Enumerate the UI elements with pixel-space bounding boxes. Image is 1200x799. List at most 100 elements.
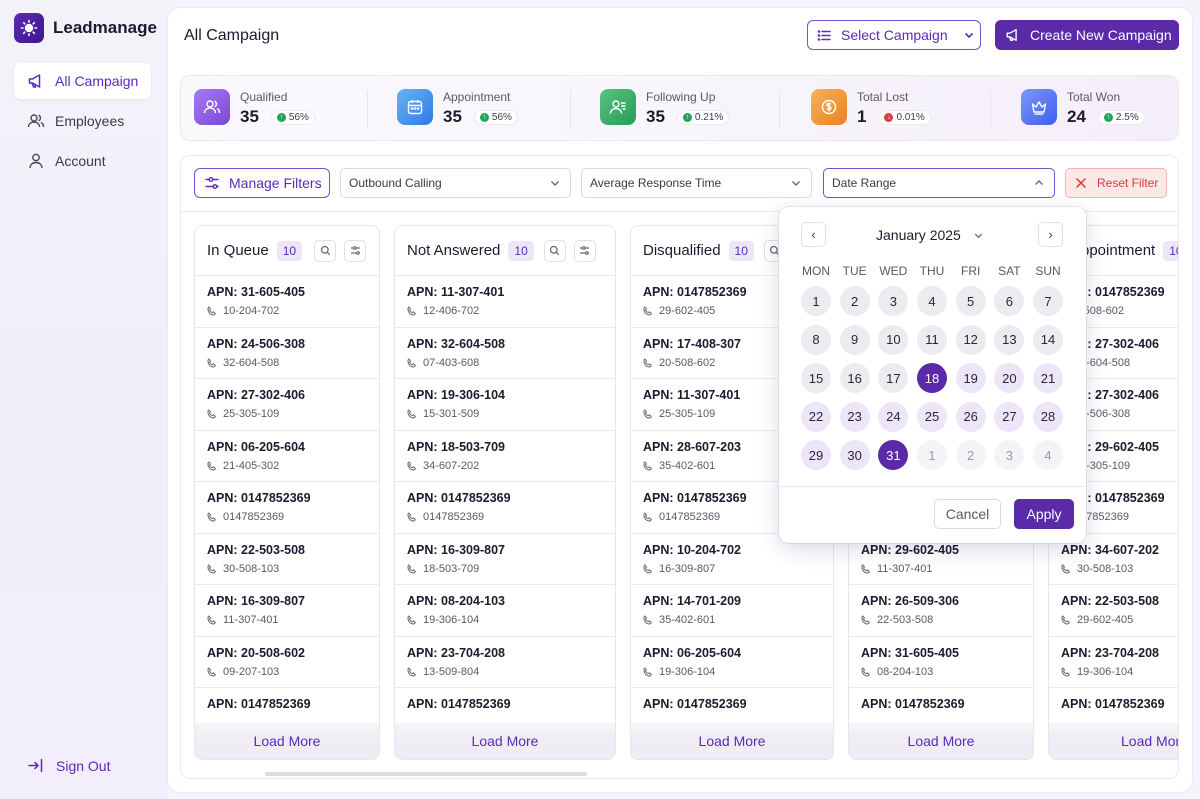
calendar-day[interactable]: 27: [994, 401, 1025, 432]
calendar-day[interactable]: 9: [839, 324, 870, 355]
calendar-day[interactable]: 18: [917, 363, 947, 393]
lead-card[interactable]: APN: 11-307-401 12-406-702: [395, 276, 615, 328]
stat-label: Total Lost: [857, 90, 909, 104]
average-response-time-dropdown[interactable]: Average Response Time: [581, 168, 812, 198]
calendar-day[interactable]: 4: [917, 286, 947, 316]
month-selector[interactable]: January 2025: [876, 227, 984, 243]
calendar-day[interactable]: 5: [955, 286, 986, 316]
column-search-button[interactable]: [314, 239, 336, 262]
load-more-button[interactable]: Load More: [395, 723, 615, 759]
calendar-day[interactable]: 22: [801, 401, 831, 432]
lead-card[interactable]: APN: 06-205-604 21-405-302: [195, 431, 379, 482]
calendar-day[interactable]: 12: [955, 324, 986, 355]
calendar-day[interactable]: 16: [839, 363, 870, 393]
calendar-day[interactable]: 23: [839, 401, 870, 432]
next-month-button[interactable]: ›: [1038, 222, 1063, 247]
arrow-up-icon: ↑: [682, 112, 692, 122]
lead-card[interactable]: APN: 19-306-104 15-301-509: [395, 379, 615, 431]
dollar-icon: [811, 89, 847, 125]
column-count-badge: 10: [1163, 240, 1178, 261]
lead-card[interactable]: APN: 14-701-209 35-402-601: [631, 585, 833, 637]
chevron-down-icon: [792, 181, 800, 186]
lead-card[interactable]: APN: 18-503-709 34-607-202: [395, 431, 615, 482]
card-phone: 11-307-401: [877, 562, 933, 575]
calendar-day[interactable]: 10: [878, 324, 909, 355]
calendar-day[interactable]: 19: [955, 363, 986, 393]
calendar-day[interactable]: 25: [917, 401, 947, 432]
card-list: APN: 31-605-405 10-204-702 APN: 24-506-30…: [195, 276, 379, 740]
calendar-day[interactable]: 1: [801, 286, 831, 316]
load-more-button[interactable]: Load Mor: [1049, 723, 1178, 759]
calendar-day[interactable]: 3: [878, 286, 909, 316]
sign-out-button[interactable]: Sign Out: [27, 757, 110, 774]
sidebar-item-employees[interactable]: Employees: [14, 103, 151, 139]
calendar-day[interactable]: 30: [839, 440, 870, 470]
calendar-day[interactable]: 17: [878, 363, 909, 393]
apply-button[interactable]: Apply: [1014, 499, 1074, 529]
reset-filter-button[interactable]: Reset Filter: [1065, 168, 1167, 198]
lead-card[interactable]: APN: 31-605-405 08-204-103: [849, 637, 1033, 688]
lead-card[interactable]: APN: 16-309-807 18-503-709: [395, 534, 615, 585]
calendar-day[interactable]: 1: [917, 440, 947, 470]
lead-card[interactable]: APN: 0147852369 0147852369: [395, 482, 615, 534]
select-campaign-dropdown[interactable]: Select Campaign: [807, 20, 981, 50]
card-apn: APN: 16-309-807: [207, 594, 305, 608]
load-more-button[interactable]: Load More: [631, 723, 833, 759]
column-header: Not Answered 10: [395, 226, 615, 276]
calendar-day[interactable]: 2: [955, 440, 986, 470]
lead-card[interactable]: APN: 23-704-208 13-509-804: [395, 637, 615, 688]
calendar-day[interactable]: 2: [839, 286, 870, 316]
lead-card[interactable]: APN: 22-503-508 29-602-405: [1049, 585, 1178, 637]
calendar-day[interactable]: 20: [994, 363, 1025, 393]
calendar-day[interactable]: 24: [878, 401, 909, 432]
horizontal-scrollbar[interactable]: [265, 772, 587, 776]
calendar-day[interactable]: 26: [955, 401, 986, 432]
calendar-day[interactable]: 8: [801, 324, 831, 355]
sidebar-item-all-campaign[interactable]: All Campaign: [14, 63, 151, 99]
calendar-day[interactable]: 6: [994, 286, 1025, 316]
manage-filters-button[interactable]: Manage Filters: [194, 168, 330, 198]
sidebar-item-account[interactable]: Account: [14, 143, 151, 179]
calendar-day[interactable]: 3: [994, 440, 1025, 470]
lead-card[interactable]: APN: 20-508-602 09-207-103: [195, 637, 379, 688]
calendar-day[interactable]: 7: [1033, 286, 1064, 316]
lead-card[interactable]: APN: 23-704-208 19-306-104: [1049, 637, 1178, 688]
calendar-day[interactable]: 21: [1033, 363, 1064, 393]
calendar-day[interactable]: 13: [994, 324, 1025, 355]
outbound-calling-dropdown[interactable]: Outbound Calling: [340, 168, 571, 198]
column-filter-button[interactable]: [573, 239, 596, 262]
column-search-button[interactable]: [543, 239, 566, 262]
load-more-button[interactable]: Load More: [849, 723, 1033, 759]
calendar-day[interactable]: 29: [801, 440, 831, 470]
lead-card[interactable]: APN: 08-204-103 19-306-104: [395, 585, 615, 637]
calendar-day[interactable]: 31: [878, 440, 909, 470]
lead-card[interactable]: APN: 32-604-508 07-403-608: [395, 328, 615, 379]
create-campaign-button[interactable]: Create New Campaign: [995, 20, 1179, 50]
card-phone: -508-602: [1080, 305, 1125, 317]
calendar-day[interactable]: 15: [801, 363, 831, 393]
date-range-dropdown[interactable]: Date Range: [823, 168, 1055, 198]
lead-card[interactable]: APN: 24-506-308 32-604-508: [195, 328, 379, 379]
column-not-answered: Not Answered 10 APN: 11-307-401 12-406-70…: [394, 225, 616, 760]
chevron-down-icon: [974, 233, 983, 238]
calendar-day[interactable]: 28: [1033, 401, 1064, 432]
cancel-button[interactable]: Cancel: [934, 499, 1001, 529]
lead-card[interactable]: APN: 22-503-508 30-508-103: [195, 534, 379, 585]
sign-out-label: Sign Out: [56, 757, 111, 774]
stat-total-lost: Total Lost 1 ↓ 0.01%: [811, 89, 931, 127]
lead-card[interactable]: APN: 16-309-807 11-307-401: [195, 585, 379, 637]
lead-card[interactable]: APN: 31-605-405 10-204-702: [195, 276, 379, 328]
chevron-down-icon: [964, 32, 973, 39]
load-more-button[interactable]: Load More: [195, 723, 379, 759]
calendar-day[interactable]: 11: [917, 324, 947, 355]
phone-icon: [407, 563, 416, 574]
card-phone: 35-402-601: [659, 614, 716, 626]
calendar-day[interactable]: 14: [1033, 324, 1064, 355]
prev-month-button[interactable]: ‹: [801, 222, 826, 247]
lead-card[interactable]: APN: 26-509-306 22-503-508: [849, 585, 1033, 637]
column-filter-button[interactable]: [344, 239, 366, 262]
lead-card[interactable]: APN: 0147852369 0147852369: [195, 482, 379, 534]
lead-card[interactable]: APN: 27-302-406 25-305-109: [195, 379, 379, 431]
calendar-day[interactable]: 4: [1033, 440, 1064, 470]
lead-card[interactable]: APN: 06-205-604 19-306-104: [631, 637, 833, 688]
